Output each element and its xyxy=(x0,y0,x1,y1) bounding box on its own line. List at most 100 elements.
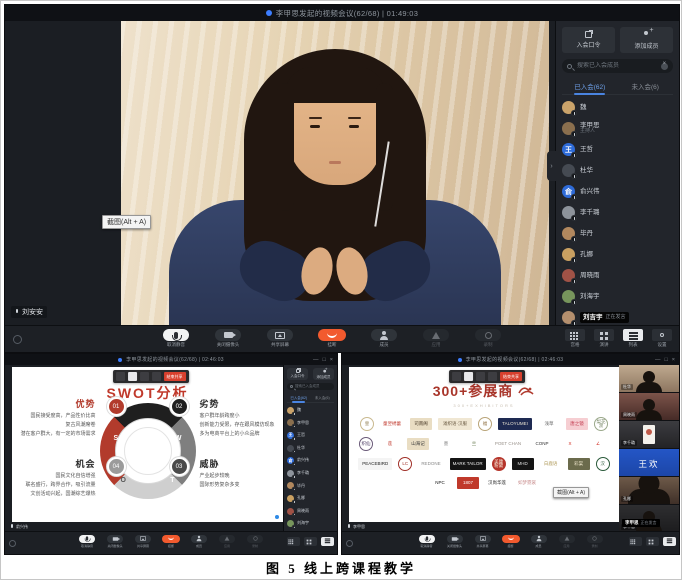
member-search[interactable]: 搜索已入会成员 xyxy=(287,383,334,390)
grid-view-button[interactable] xyxy=(628,537,642,546)
member-row[interactable]: 俞 俞兴伟 俞兴伟 xyxy=(287,454,334,467)
member-row[interactable]: 王 王哲 王哲 xyxy=(287,429,334,442)
unmute-button[interactable]: 取消静音 xyxy=(75,534,99,548)
share-annotate-button[interactable] xyxy=(476,372,485,381)
member-tabs: 已入会(62) 未入会(6) xyxy=(562,78,673,95)
member-row[interactable]: 孔娜 孔娜 xyxy=(287,492,334,505)
minimize-button[interactable]: — xyxy=(313,357,319,363)
passcode-button[interactable]: 入会口令 xyxy=(562,27,615,53)
muted-mic-icon xyxy=(571,215,577,221)
share-camera-button[interactable] xyxy=(464,372,473,381)
member-row[interactable]: 杜华 杜华 xyxy=(287,442,334,455)
record-button[interactable]: 录制 xyxy=(583,534,607,548)
share-annotate-button[interactable] xyxy=(140,372,149,381)
share-screen-button[interactable]: 共享屏幕 xyxy=(471,534,495,548)
end-share-button[interactable]: 结束共享 xyxy=(500,372,522,381)
grid-view-button[interactable] xyxy=(286,537,300,546)
apps-button[interactable]: 应用 xyxy=(215,534,239,548)
clear-search-icon[interactable] xyxy=(661,63,668,70)
share-screen-button[interactable]: 共享屏幕 xyxy=(257,329,303,348)
record-button[interactable]: 录制 xyxy=(243,534,267,548)
participant-thumbnail[interactable]: 李甲思 李甲思正在发言 xyxy=(619,505,679,532)
ring-letter-o: O xyxy=(121,477,126,484)
member-row[interactable]: 李甲思 主持人 李甲思 xyxy=(287,417,334,430)
member-row[interactable]: 俞 俞兴伟 俞兴伟 xyxy=(562,181,673,202)
camera-button[interactable]: 关闭摄像头 xyxy=(205,329,251,348)
apps-button[interactable]: 应用 xyxy=(555,534,579,548)
record-button[interactable]: 录制 xyxy=(465,329,511,348)
member-row[interactable]: 毕丹 毕丹 xyxy=(287,480,334,493)
avatar: 王 xyxy=(287,432,294,439)
tab-not-joined[interactable]: 未入会(6) xyxy=(618,78,674,94)
share-mic-button[interactable] xyxy=(116,372,125,381)
invite-button[interactable]: 添加成员 xyxy=(313,368,334,380)
member-name: 周晓雨 xyxy=(297,509,309,513)
member-row[interactable]: 杜华 杜华 xyxy=(562,160,673,181)
maximize-button[interactable]: □ xyxy=(322,357,325,363)
member-name: 刘海宇 xyxy=(297,521,309,525)
member-row[interactable]: 李千璐 李千璐 xyxy=(287,467,334,480)
list-view-button[interactable] xyxy=(320,537,334,546)
member-row[interactable]: 刘海宇 刘海宇 xyxy=(287,517,334,530)
close-button[interactable]: × xyxy=(330,357,333,363)
member-search[interactable] xyxy=(562,59,673,73)
apps-button[interactable]: 应用 xyxy=(413,329,459,348)
exhibitors-slide: 结束共享 300+参展商 300+EXHIBITORS xyxy=(349,367,619,522)
unmute-button[interactable]: 取消静音 xyxy=(153,329,199,348)
panel-collapse-handle[interactable]: › xyxy=(547,151,556,181)
member-row[interactable]: 周晓雨 周晓雨 xyxy=(287,505,334,518)
share-members-button[interactable] xyxy=(488,372,497,381)
camera-button[interactable]: 关闭摄像头 xyxy=(103,534,127,548)
participant-thumbnail[interactable]: 杜华 杜华 xyxy=(619,365,679,392)
member-row[interactable]: 李甲思 主持人 李甲思 xyxy=(562,118,673,139)
muted-mic-icon xyxy=(571,236,577,242)
members-button[interactable]: 成员 xyxy=(527,534,551,548)
share-camera-button[interactable] xyxy=(128,372,137,381)
hangup-button[interactable]: 挂断 xyxy=(309,329,355,348)
member-row[interactable]: 李千璐 李千璐 xyxy=(562,202,673,223)
member-name: 杜华 xyxy=(580,167,593,174)
member-row[interactable]: 刘海宇 刘海宇 xyxy=(562,286,673,307)
member-row[interactable]: 毕丹 毕丹 xyxy=(562,223,673,244)
search-input[interactable] xyxy=(575,62,658,70)
members-button[interactable]: 成员 xyxy=(361,329,407,348)
list-view-button[interactable] xyxy=(662,537,676,546)
participant-thumbnail[interactable]: 李千璐 李千璐 xyxy=(619,421,679,448)
quadrant-number-badge: 02 xyxy=(170,397,189,416)
member-row[interactable]: 孔娜 孔娜 xyxy=(562,244,673,265)
titlebar: 李甲思发起的视频会议(62/68) | 02:46:03 xyxy=(342,354,679,365)
tab-joined[interactable]: 已入会(62) xyxy=(287,395,311,402)
passcode-button[interactable]: 入会口令 xyxy=(287,368,308,380)
end-share-button[interactable]: 结束共享 xyxy=(164,372,186,381)
member-row[interactable]: 魏 魏 xyxy=(287,404,334,417)
grid-view-button[interactable]: 宫格 xyxy=(563,329,587,348)
member-row[interactable]: 王 王哲 王哲 xyxy=(562,139,673,160)
speaker-view-button[interactable] xyxy=(645,537,659,546)
member-row[interactable]: 魏 魏 xyxy=(562,97,673,118)
minimize-button[interactable]: — xyxy=(655,357,661,363)
share-members-button[interactable] xyxy=(152,372,161,381)
close-button[interactable]: × xyxy=(672,357,675,363)
person-bangs xyxy=(285,67,385,103)
unmute-button[interactable]: 取消静音 xyxy=(415,534,439,548)
camera-button[interactable]: 关闭摄像头 xyxy=(443,534,467,548)
speaker-view-button[interactable] xyxy=(303,537,317,546)
speaker-view-button[interactable]: 演讲 xyxy=(592,329,616,348)
tab-joined[interactable]: 已入会(62) xyxy=(562,78,618,94)
participant-thumbnail[interactable]: 周晓雨 周晓雨 xyxy=(619,393,679,420)
tab-not-joined[interactable]: 未入会(6) xyxy=(311,395,335,402)
invite-button[interactable]: 添加成员 xyxy=(620,27,673,53)
members-button[interactable]: 成员 xyxy=(187,534,211,548)
speaker-name: 俞兴伟 xyxy=(16,524,28,530)
mic-icon xyxy=(425,536,427,540)
hangup-button[interactable]: 挂断 xyxy=(499,534,523,548)
participant-thumbnail[interactable]: 王欢 王欢 王欢 xyxy=(619,449,679,476)
share-mic-button[interactable] xyxy=(452,372,461,381)
participant-thumbnail[interactable]: 孔娜 孔娜 xyxy=(619,477,679,504)
hangup-button[interactable]: 挂断 xyxy=(159,534,183,548)
list-view-button[interactable]: 列表 xyxy=(621,329,645,348)
settings-button[interactable]: 设置 xyxy=(650,329,674,348)
maximize-button[interactable]: □ xyxy=(664,357,667,363)
share-screen-button[interactable]: 共享屏幕 xyxy=(131,534,155,548)
member-row[interactable]: 周晓雨 周晓雨 xyxy=(562,265,673,286)
